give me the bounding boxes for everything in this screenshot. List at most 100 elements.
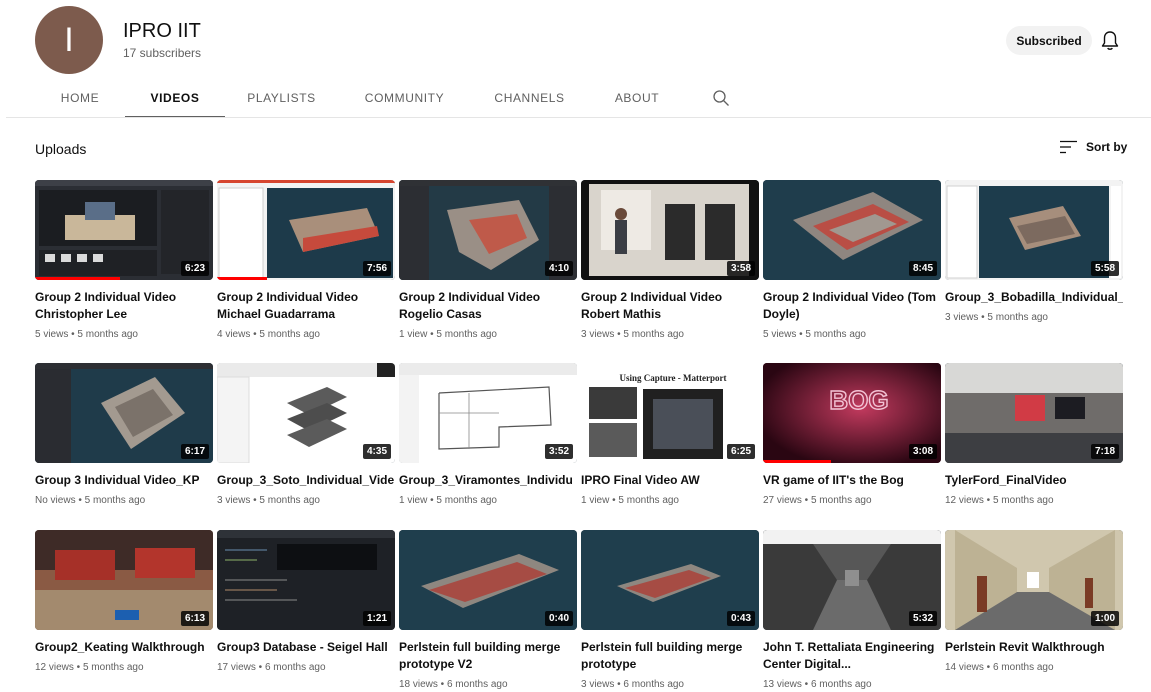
- video-duration: 0:43: [726, 611, 755, 626]
- tab-videos[interactable]: VIDEOS: [125, 80, 225, 118]
- video-thumbnail[interactable]: 4:35: [217, 363, 395, 463]
- video-duration: 7:18: [1090, 444, 1119, 459]
- tabs-divider: [6, 117, 1151, 118]
- tab-about[interactable]: ABOUT: [588, 80, 686, 116]
- video-duration: 6:23: [180, 261, 209, 276]
- video-card[interactable]: 5:58 Group_3_Bobadilla_Individual_ 3 vie…: [945, 180, 1123, 325]
- video-card[interactable]: 4:10 Group 2 Individual Video Rogelio Ca…: [399, 180, 577, 342]
- video-title[interactable]: Group 3 Individual Video_KP: [35, 472, 213, 489]
- video-title[interactable]: IPRO Final Video AW: [581, 472, 759, 489]
- video-thumbnail[interactable]: 5:58: [945, 180, 1123, 280]
- video-thumbnail[interactable]: 5:32: [763, 530, 941, 630]
- video-title[interactable]: Group 2 Individual Video (Tom Doyle): [763, 289, 941, 323]
- video-duration: 3:08: [908, 444, 937, 459]
- channel-tabs: HOME VIDEOS PLAYLISTS COMMUNITY CHANNELS…: [0, 80, 1151, 118]
- video-meta: 4 views • 5 months ago: [217, 329, 320, 340]
- video-thumbnail[interactable]: Using Capture - Matterport 6:25: [581, 363, 759, 463]
- video-card[interactable]: 8:45 Group 2 Individual Video (Tom Doyle…: [763, 180, 941, 342]
- video-title[interactable]: Perlstein full building merge prototype: [581, 639, 759, 673]
- video-thumbnail[interactable]: 6:17: [35, 363, 213, 463]
- video-thumbnail[interactable]: 6:13: [35, 530, 213, 630]
- sort-by-label: Sort by: [1086, 140, 1128, 154]
- subscribed-button[interactable]: Subscribed: [1006, 26, 1092, 55]
- watch-progress-bar: [35, 277, 121, 280]
- video-card[interactable]: 3:58 Group 2 Individual Video Robert Mat…: [581, 180, 759, 342]
- video-duration: 4:10: [544, 261, 573, 276]
- video-thumbnail[interactable]: 8:45: [763, 180, 941, 280]
- video-title[interactable]: Group 2 Individual Video Michael Guadarr…: [217, 289, 395, 323]
- video-duration: 7:56: [362, 261, 391, 276]
- video-thumbnail[interactable]: 1:21: [217, 530, 395, 630]
- video-meta: 5 views • 5 months ago: [35, 329, 138, 340]
- video-thumbnail[interactable]: 4:10: [399, 180, 577, 280]
- video-title[interactable]: TylerFord_FinalVideo: [945, 472, 1123, 489]
- video-title[interactable]: Group_3_Viramontes_Individu: [399, 472, 577, 489]
- video-card[interactable]: 0:43 Perlstein full building merge proto…: [581, 530, 759, 692]
- video-title[interactable]: John T. Rettaliata Engineering Center Di…: [763, 639, 941, 673]
- video-title[interactable]: Group3 Database - Seigel Hall: [217, 639, 395, 656]
- video-meta: 12 views • 5 months ago: [945, 495, 1054, 506]
- video-meta: 1 view • 5 months ago: [399, 329, 497, 340]
- tab-playlists[interactable]: PLAYLISTS: [225, 80, 338, 116]
- subscriber-count: 17 subscribers: [123, 46, 202, 60]
- video-thumbnail[interactable]: 3:52: [399, 363, 577, 463]
- video-card[interactable]: 7:18 TylerFord_FinalVideo 12 views • 5 m…: [945, 363, 1123, 508]
- video-thumbnail[interactable]: 3:58: [581, 180, 759, 280]
- watch-progress-bar: [217, 277, 267, 280]
- video-thumbnail[interactable]: 7:18: [945, 363, 1123, 463]
- thumbnail-caption: Using Capture - Matterport: [619, 373, 726, 383]
- video-thumbnail[interactable]: 6:23: [35, 180, 213, 280]
- video-title[interactable]: Group 2 Individual Video Rogelio Casas: [399, 289, 577, 323]
- video-card[interactable]: 7:56 Group 2 Individual Video Michael Gu…: [217, 180, 395, 342]
- video-thumbnail[interactable]: 0:40: [399, 530, 577, 630]
- video-meta: No views • 5 months ago: [35, 495, 146, 506]
- video-thumbnail[interactable]: BOG 3:08: [763, 363, 941, 463]
- video-title[interactable]: Perlstein full building merge prototype …: [399, 639, 577, 673]
- video-duration: 0:40: [544, 611, 573, 626]
- video-duration: 6:25: [726, 444, 755, 459]
- video-title[interactable]: Group_3_Soto_Individual_Vide: [217, 472, 395, 489]
- video-meta: 1 view • 5 months ago: [399, 495, 497, 506]
- video-card[interactable]: Using Capture - Matterport 6:25 IPRO Fin…: [581, 363, 759, 508]
- video-title[interactable]: Perlstein Revit Walkthrough: [945, 639, 1123, 656]
- video-title[interactable]: Group2_Keating Walkthrough: [35, 639, 213, 656]
- video-meta: 3 views • 6 months ago: [581, 679, 684, 690]
- video-card[interactable]: 6:17 Group 3 Individual Video_KP No view…: [35, 363, 213, 508]
- video-card[interactable]: BOG 3:08 VR game of IIT's the Bog 27 vie…: [763, 363, 941, 508]
- video-card[interactable]: 4:35 Group_3_Soto_Individual_Vide 3 view…: [217, 363, 395, 508]
- video-meta: 3 views • 5 months ago: [945, 312, 1048, 323]
- tab-home[interactable]: HOME: [35, 80, 125, 116]
- video-card[interactable]: 1:21 Group3 Database - Seigel Hall 17 vi…: [217, 530, 395, 675]
- tab-channels[interactable]: CHANNELS: [471, 80, 588, 116]
- video-card[interactable]: 1:00 Perlstein Revit Walkthrough 14 view…: [945, 530, 1123, 675]
- video-meta: 5 views • 5 months ago: [763, 329, 866, 340]
- video-thumbnail[interactable]: 7:56: [217, 180, 395, 280]
- video-title[interactable]: Group 2 Individual Video Christopher Lee: [35, 289, 213, 323]
- sort-by-button[interactable]: Sort by: [1060, 140, 1127, 154]
- video-meta: 12 views • 5 months ago: [35, 662, 144, 673]
- bell-icon[interactable]: [1100, 30, 1120, 52]
- video-duration: 8:45: [908, 261, 937, 276]
- video-title[interactable]: VR game of IIT's the Bog: [763, 472, 941, 489]
- video-meta: 14 views • 6 months ago: [945, 662, 1054, 673]
- video-meta: 3 views • 5 months ago: [581, 329, 684, 340]
- video-card[interactable]: 6:13 Group2_Keating Walkthrough 12 views…: [35, 530, 213, 675]
- video-title[interactable]: Group_3_Bobadilla_Individual_: [945, 289, 1123, 306]
- search-icon[interactable]: [712, 89, 730, 107]
- channel-avatar[interactable]: I: [35, 6, 103, 74]
- tab-community[interactable]: COMMUNITY: [338, 80, 471, 116]
- watch-progress-bar: [763, 460, 831, 463]
- video-meta: 1 view • 5 months ago: [581, 495, 679, 506]
- video-duration: 1:21: [362, 611, 391, 626]
- video-card[interactable]: 3:52 Group_3_Viramontes_Individu 1 view …: [399, 363, 577, 508]
- video-thumbnail[interactable]: 1:00: [945, 530, 1123, 630]
- channel-name: IPRO IIT: [123, 20, 201, 42]
- video-thumbnail[interactable]: 0:43: [581, 530, 759, 630]
- video-card[interactable]: 5:32 John T. Rettaliata Engineering Cent…: [763, 530, 941, 692]
- video-card[interactable]: 0:40 Perlstein full building merge proto…: [399, 530, 577, 692]
- video-meta: 27 views • 5 months ago: [763, 495, 872, 506]
- video-card[interactable]: 6:23 Group 2 Individual Video Christophe…: [35, 180, 213, 342]
- video-title[interactable]: Group 2 Individual Video Robert Mathis: [581, 289, 759, 323]
- video-meta: 3 views • 5 months ago: [217, 495, 320, 506]
- uploads-heading: Uploads: [35, 141, 87, 157]
